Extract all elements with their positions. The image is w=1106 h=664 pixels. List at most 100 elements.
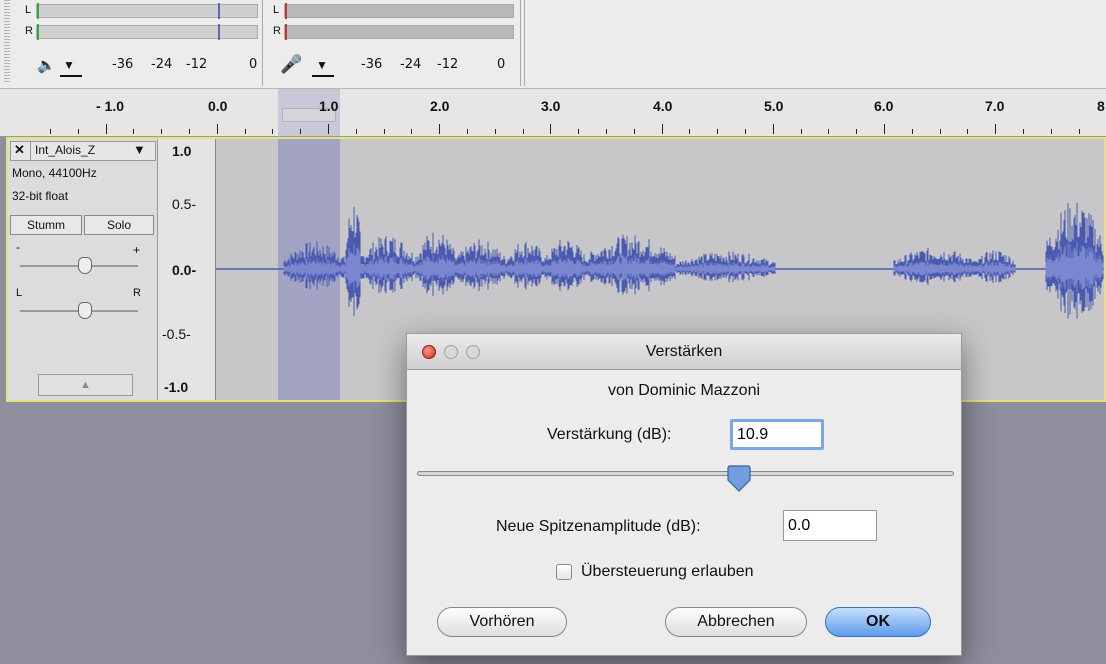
- ruler-label: 3.0: [541, 98, 561, 114]
- preview-button[interactable]: Vorhören: [437, 607, 567, 637]
- play-meter-right-peak: [218, 24, 220, 40]
- scale-label: 0.0-: [172, 262, 197, 278]
- ruler-label: 8: [1097, 98, 1105, 114]
- dialog-titlebar[interactable]: Verstärken: [407, 334, 961, 370]
- pan-left-label: L: [16, 287, 23, 299]
- ruler-tick: [578, 129, 579, 134]
- ruler-tick: [328, 124, 329, 134]
- record-meter-left-level: [285, 3, 287, 19]
- ruler-tick: [245, 129, 246, 134]
- ruler-tick: [439, 124, 440, 134]
- speaker-icon[interactable]: 🔈: [37, 56, 56, 74]
- ruler-tick: [384, 129, 385, 134]
- ruler-label: 2.0: [430, 98, 450, 114]
- ruler-tick: [801, 129, 802, 134]
- ruler-label: 0.0: [208, 98, 228, 114]
- play-meter-right-bar: [36, 25, 258, 39]
- peak-amplitude-input[interactable]: [783, 510, 877, 541]
- play-meter-tick: -12: [186, 57, 208, 72]
- ruler-tick: [912, 129, 913, 134]
- ruler-tick: [773, 124, 774, 134]
- ruler-tick: [411, 129, 412, 134]
- waveform-peaks: [283, 202, 1104, 319]
- ruler-tick: [662, 124, 663, 134]
- gain-input[interactable]: [730, 419, 824, 450]
- peak-amplitude-label: Neue Spitzenamplitude (dB):: [496, 518, 701, 535]
- record-meter-left-bar: [284, 4, 514, 18]
- play-meter-tick: -24: [151, 57, 173, 72]
- play-meter-tick: -36: [112, 57, 134, 72]
- ruler-tick: [606, 129, 607, 134]
- record-meter-left-letter: L: [273, 4, 280, 16]
- microphone-icon[interactable]: 🎤: [280, 54, 302, 75]
- record-meter-tick: -36: [361, 57, 383, 72]
- ruler-label: 5.0: [764, 98, 784, 114]
- toolbar-grip[interactable]: [4, 0, 10, 82]
- gain-slider-thumb[interactable]: [726, 465, 752, 493]
- ruler-tick: [133, 129, 134, 134]
- scale-label: -1.0: [164, 379, 189, 395]
- ruler-tick: [717, 129, 718, 134]
- ruler-label: 1.0: [319, 98, 339, 114]
- allow-clipping-checkbox[interactable]: [556, 564, 572, 580]
- ruler-tick: [189, 129, 190, 134]
- ruler-tick: [523, 129, 524, 134]
- ruler-tick: [634, 129, 635, 134]
- allow-clipping-label[interactable]: Übersteuerung erlauben: [581, 563, 754, 581]
- pan-right-label: R: [133, 287, 141, 299]
- ruler-tick: [995, 124, 996, 134]
- close-track-icon[interactable]: ✕: [14, 142, 25, 158]
- scale-label: -0.5-: [162, 326, 191, 342]
- ruler-tick: [1051, 129, 1052, 134]
- ok-button[interactable]: OK: [825, 607, 931, 637]
- audacity-window: L R 🔈 ▼ -36 -24 -12 0 L R 🎤 ▼ -36 -24 -1…: [0, 0, 1106, 664]
- record-meter-right-letter: R: [273, 25, 281, 37]
- ruler-label: 4.0: [653, 98, 673, 114]
- ruler-label: - 1.0: [96, 98, 125, 114]
- ruler-tick: [884, 124, 885, 134]
- track-name-menu[interactable]: Int_Alois_Z: [35, 143, 95, 157]
- ruler-tick: [940, 129, 941, 134]
- gain-plus-label: +: [133, 243, 141, 257]
- mute-button[interactable]: Stumm: [10, 215, 82, 235]
- ruler-tick: [745, 129, 746, 134]
- track-format: Mono, 44100Hz: [12, 166, 97, 180]
- meter-toolbar: L R 🔈 ▼ -36 -24 -12 0 L R 🎤 ▼ -36 -24 -1…: [0, 0, 1106, 89]
- solo-button[interactable]: Solo: [84, 215, 154, 235]
- record-meter-tick: -12: [437, 57, 459, 72]
- ruler-tick: [467, 129, 468, 134]
- ruler-tick: [495, 129, 496, 134]
- ruler-tick: [550, 124, 551, 134]
- scale-label: 0.5-: [172, 196, 197, 212]
- scale-label: 1.0: [172, 143, 192, 159]
- timeline-ruler[interactable]: - 1.0 0.0 1.0 2.0 3.0 4.0 5.0 6.0 7.0 8: [0, 89, 1106, 137]
- cancel-button[interactable]: Abbrechen: [665, 607, 807, 637]
- play-meter-right-level: [37, 24, 39, 40]
- collapse-track-button[interactable]: ▲: [38, 374, 133, 396]
- gain-minus-label: -: [16, 240, 20, 254]
- gain-slider[interactable]: [417, 471, 954, 476]
- pan-slider-thumb[interactable]: [78, 302, 92, 319]
- ruler-tick: [78, 129, 79, 134]
- play-meter-dropdown-icon[interactable]: ▼: [63, 58, 75, 72]
- ruler-tick: [856, 129, 857, 134]
- ruler-label: 6.0: [874, 98, 894, 114]
- record-meter-tick: -24: [400, 57, 422, 72]
- amplify-dialog: Verstärken von Dominic Mazzoni Verstärku…: [406, 333, 962, 656]
- amplitude-scale[interactable]: 1.0 0.5- 0.0- -0.5- -1.0: [158, 139, 216, 400]
- gain-label: Verstärkung (dB):: [547, 426, 672, 443]
- ruler-label: 7.0: [985, 98, 1005, 114]
- track-menu-dropdown-icon[interactable]: ▼: [133, 142, 146, 157]
- record-meter-dropdown-icon[interactable]: ▼: [316, 58, 328, 72]
- play-meter-left-bar: [36, 4, 258, 18]
- record-meter-right-level: [285, 24, 287, 40]
- ruler-tick: [356, 129, 357, 134]
- ruler-tick: [50, 129, 51, 134]
- track-control-panel: ✕ Int_Alois_Z ▼ Mono, 44100Hz 32-bit flo…: [8, 139, 158, 400]
- dialog-title: Verstärken: [645, 343, 723, 360]
- ruler-tick: [106, 124, 107, 134]
- gain-slider-thumb[interactable]: [78, 257, 92, 274]
- ruler-tick: [300, 129, 301, 134]
- track-bit-depth: 32-bit float: [12, 189, 69, 203]
- play-meter-left-level: [37, 3, 39, 19]
